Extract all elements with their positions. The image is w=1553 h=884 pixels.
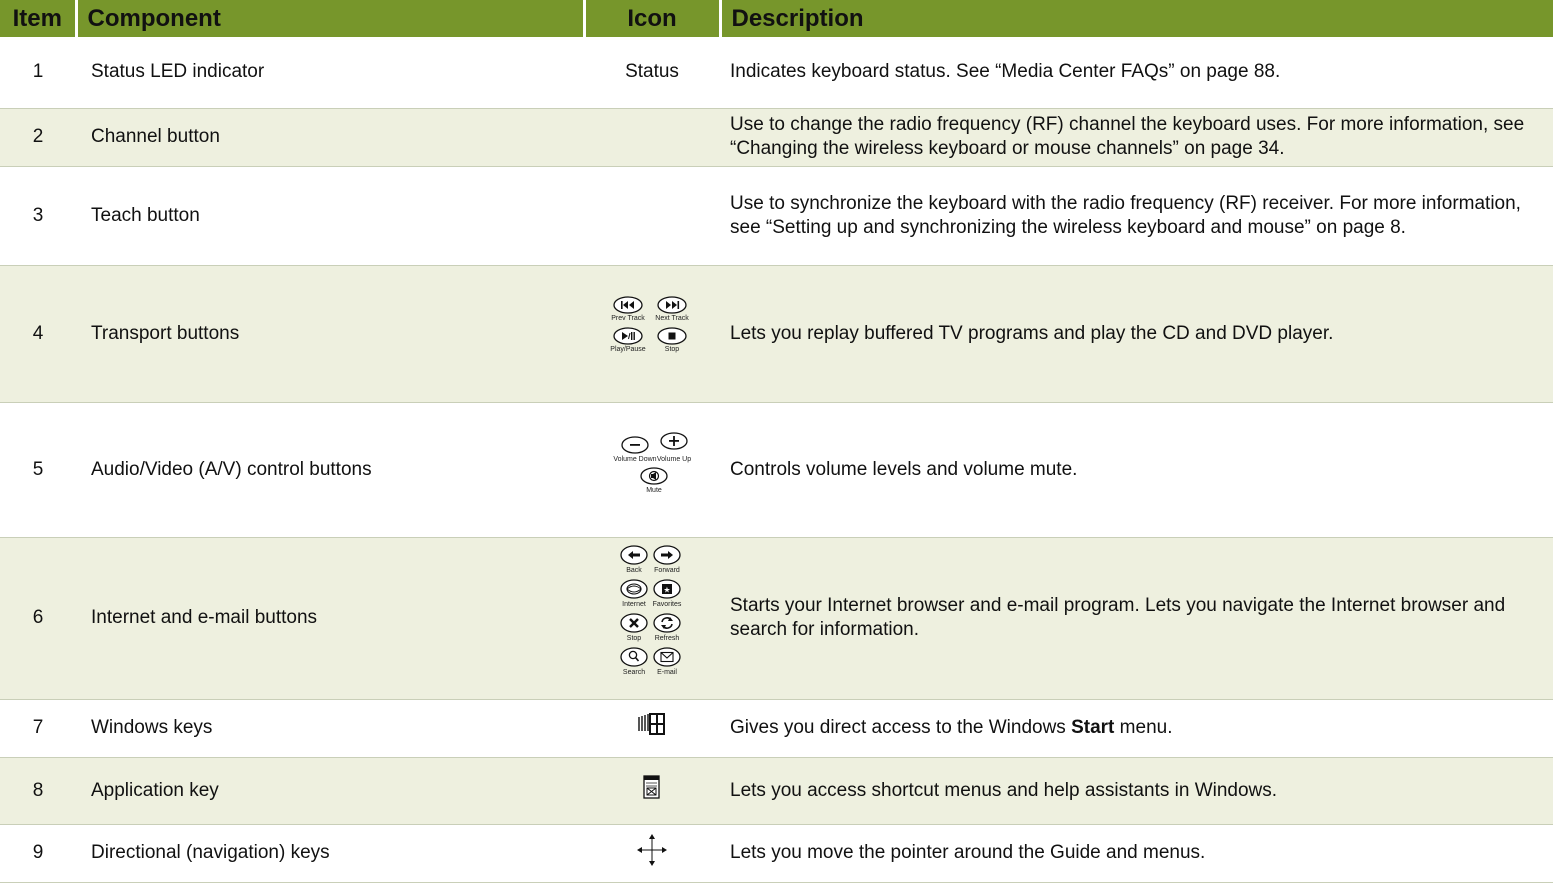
table-row: 8 Application key Lets you access shortc… [0,757,1553,825]
windows-logo-icon [638,713,665,735]
directional-arrows-icon [637,834,667,866]
stop-label: Stop [627,635,642,642]
item-number: 2 [0,108,76,167]
table-row: 5 Audio/Video (A/V) control buttons Volu… [0,402,1553,538]
description: Indicates keyboard status. See “Media Ce… [720,37,1553,109]
back-label: Back [626,567,642,574]
internet-icon [620,579,648,599]
icon-cell-empty [584,108,720,167]
forward-label: Forward [654,567,680,574]
component-name: Windows keys [76,699,584,758]
header-item: Item [0,0,78,37]
component-name: Application key [76,757,584,825]
mute-label: Mute [646,487,662,494]
mute-icon [640,466,668,485]
next-track-icon [657,295,687,314]
item-number: 4 [0,265,76,403]
back-icon [620,545,648,565]
icon-cell-empty [584,166,720,266]
volume-down-icon [621,435,649,454]
forward-icon [653,545,681,565]
internet-label: Internet [622,601,646,608]
description-start: Gives you direct access to the Windows [730,717,1072,738]
header-component: Component [76,0,586,37]
component-name: Transport buttons [76,265,584,403]
volume-up-icon [660,431,688,450]
transport-icons: Prev Track Next Track Play/Pause Stop [610,295,689,353]
table-row: 6 Internet and e-mail buttons Back Forwa… [0,537,1553,700]
favorites-label: Favorites [653,601,682,608]
prev-track-icon [613,295,643,314]
table-row: 1 Status LED indicator Status Indicates … [0,37,1553,109]
application-key-icon [643,774,660,799]
description: Controls volume levels and volume mute. [720,402,1553,538]
item-number: 6 [0,537,76,700]
item-number: 8 [0,757,76,825]
search-icon [620,647,648,667]
item-number: 5 [0,402,76,538]
status-icon-text: Status [584,37,720,109]
description-end: menu. [1114,717,1173,738]
refresh-label: Refresh [655,635,680,642]
item-number: 7 [0,699,76,758]
header-description: Description [720,0,1553,37]
search-label: Search [623,669,645,676]
component-name: Directional (navigation) keys [76,824,584,883]
keyboard-components-table: Item Component Icon Description 1 Status… [0,0,1553,883]
component-name: Status LED indicator [76,37,584,109]
item-number: 9 [0,824,76,883]
table-row: 9 Directional (navigation) keys Lets you… [0,824,1553,883]
description: Lets you move the pointer around the Gui… [720,824,1553,883]
description: Lets you access shortcut menus and help … [720,757,1553,825]
svg-text:★: ★ [663,586,670,595]
stop-icon [657,326,687,345]
component-name: Audio/Video (A/V) control buttons [76,402,584,538]
av-control-icons: Volume Down Volume Up Mute [613,431,691,494]
header-icon: Icon [584,0,722,37]
component-name: Channel button [76,108,584,167]
header-row: Item Component Icon Description [0,0,1553,37]
description: Starts your Internet browser and e-mail … [720,537,1553,700]
description: Use to change the radio frequency (RF) c… [720,108,1553,167]
item-number: 1 [0,37,76,109]
item-number: 3 [0,166,76,266]
table-row: 2 Channel button Use to change the radio… [0,108,1553,167]
description: Gives you direct access to the Windows S… [720,699,1553,758]
internet-email-icons: Back Forward Internet ★ Favorites Stop R… [620,545,682,676]
email-label: E-mail [657,669,677,676]
table-row: 7 Windows keys Gives you direct access t… [0,699,1553,758]
description: Use to synchronize the keyboard with the… [720,166,1553,266]
description: Lets you replay buffered TV programs and… [720,265,1553,403]
stop-icon [620,613,648,633]
component-name: Teach button [76,166,584,266]
favorites-icon: ★ [653,579,681,599]
table-row: 4 Transport buttons Prev Track Next Trac… [0,265,1553,403]
start-menu-bold: Start [1071,717,1115,738]
table-row: 3 Teach button Use to synchronize the ke… [0,166,1553,266]
component-name: Internet and e-mail buttons [76,537,584,700]
volume-down-label: Volume Down [613,456,656,463]
email-icon [653,647,681,667]
stop-label: Stop [665,346,680,353]
next-track-label: Next Track [655,315,689,322]
play-pause-label: Play/Pause [610,346,646,353]
volume-up-label: Volume Up [657,456,691,463]
prev-track-label: Prev Track [611,315,645,322]
play-pause-icon [613,326,643,345]
refresh-icon [653,613,681,633]
